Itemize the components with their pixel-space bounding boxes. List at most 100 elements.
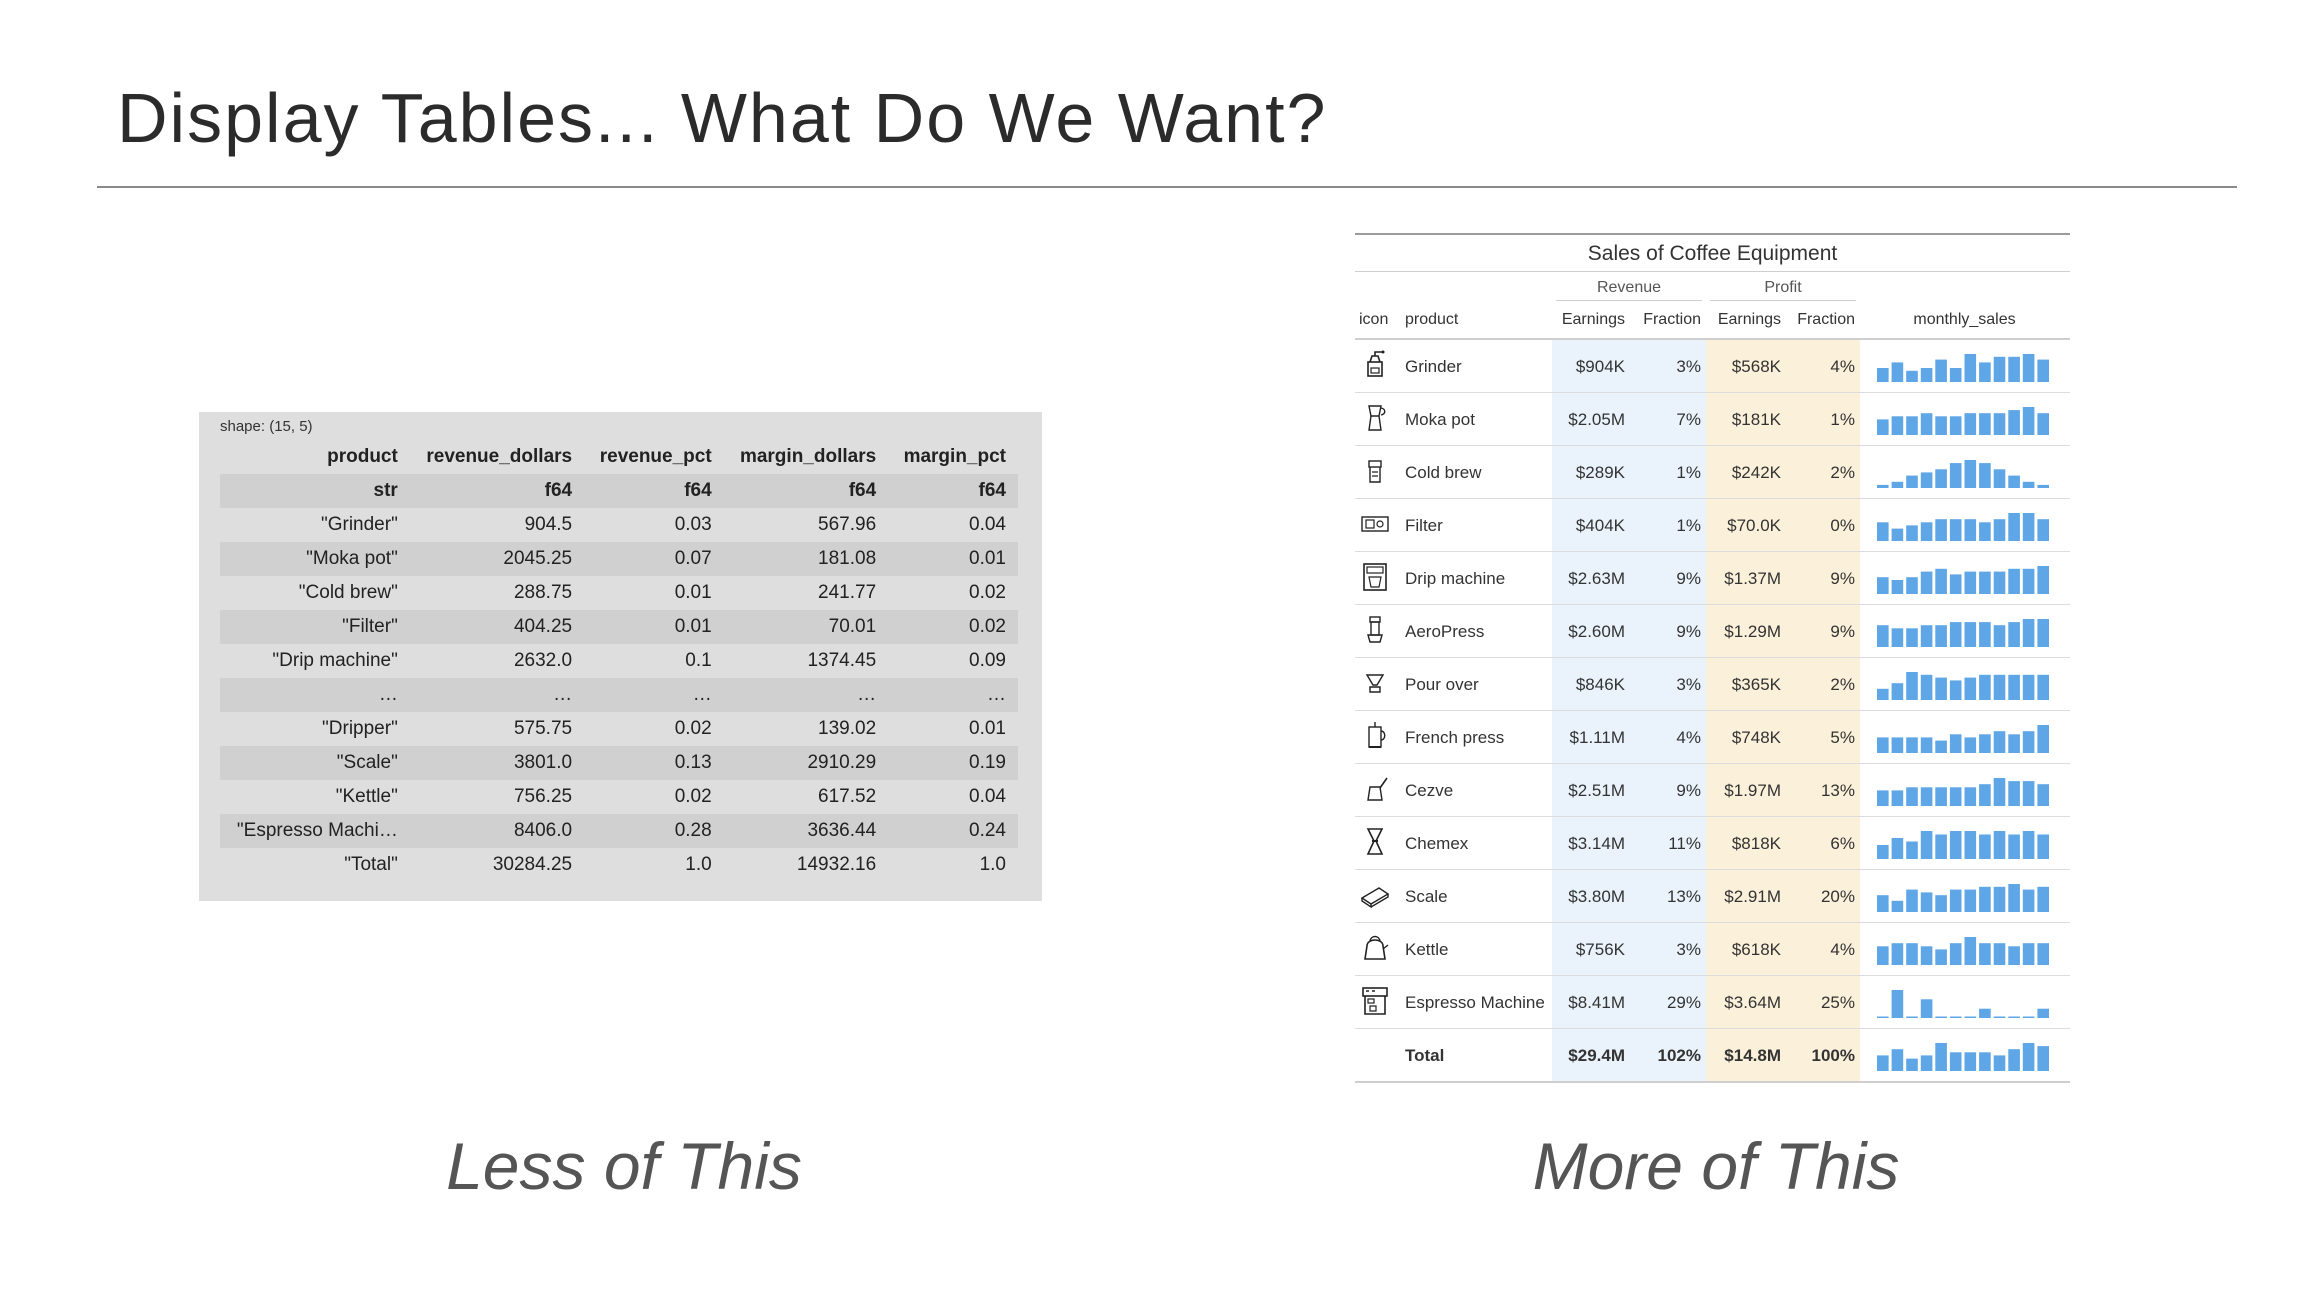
profit-spanner: Profit (1710, 276, 1856, 301)
sparkline-bar (2022, 889, 2035, 912)
dataframe-cell: "Dripper" (322, 718, 398, 739)
profit-fraction: 9% (1830, 622, 1855, 641)
sparkline-bar (1891, 580, 1904, 594)
sparkline-bar (1935, 1043, 1947, 1071)
monthly-sales-cell (1877, 615, 2052, 647)
dataframe-dtype-row: str f64 f64 f64 f64 (220, 474, 1018, 508)
sparkline-bar (1877, 522, 1889, 541)
sparkline-bar (1920, 571, 1933, 594)
dataframe-cell: "Scale" (336, 752, 398, 773)
profit-earnings: $2.91M (1724, 887, 1781, 906)
sparkline-bar (1949, 734, 1962, 753)
monthly-sales-sparkline (1877, 513, 2049, 541)
profit-fraction: 2% (1830, 463, 1855, 482)
sparkline-bar (1949, 368, 1962, 382)
sparkline-bar (1993, 831, 2006, 859)
profit-earnings: $618K (1731, 940, 1781, 959)
sparkline-bar (1920, 674, 1933, 700)
sparkline-bar (1935, 359, 1947, 382)
sparkline-bar (1935, 519, 1947, 541)
dataframe-cell: "Grinder" (320, 514, 398, 535)
dataframe-cell: 0.28 (674, 820, 712, 841)
sparkline-bar (1906, 628, 1918, 647)
monthly-sales-sparkline (1877, 937, 2049, 965)
dataframe-cell: 0.24 (969, 820, 1006, 841)
sparkline-bar (2022, 1043, 2035, 1071)
sparkline-bar (1979, 463, 1991, 488)
sparkline-bar (1920, 787, 1933, 806)
dataframe-cell: 2632.0 (513, 650, 573, 671)
dataframe-cell: 181.08 (818, 548, 877, 569)
monthly-sales-sparkline (1877, 460, 2049, 488)
sparkline-bar (1993, 469, 2006, 488)
sparkline-bar (2022, 674, 2035, 700)
profit-fraction: 2% (1830, 675, 1855, 694)
sparkline-bar (1949, 1016, 1962, 1018)
column-spanners: Revenue Profit (1355, 272, 2070, 304)
profit-earnings: $1.97M (1724, 781, 1781, 800)
sparkline-bar (1964, 571, 1977, 594)
monthly-sales-sparkline (1877, 354, 2049, 382)
sparkline-bar (1993, 519, 2006, 541)
sparkline-bar (1993, 1016, 2006, 1018)
sparkline-bar (1964, 354, 1977, 382)
revenue-spanner: Revenue (1556, 276, 1702, 301)
sparkline-bar (2008, 410, 2020, 435)
sparkline-bar (1906, 787, 1918, 806)
profit-earnings: $242K (1731, 463, 1781, 482)
dataframe-cell: 2045.25 (503, 548, 573, 569)
sparkline-bar (1920, 946, 1933, 965)
dataframe-cell: 14932.16 (796, 854, 877, 875)
sparkline-bar (1964, 1016, 1977, 1018)
sparkline-bar (1891, 683, 1904, 700)
dataframe-row: "Grinder" 904.5 0.03 567.96 0.04 (220, 508, 1018, 542)
sparkline-bar (1949, 831, 1962, 859)
sparkline-bar (2037, 1046, 2049, 1071)
sparkline-bar (2037, 834, 2049, 859)
kettle-icon (1359, 932, 1391, 964)
column-header-row: icon product Earnings Fraction Earnings … (1355, 304, 2070, 340)
moka-pot-icon (1359, 402, 1391, 434)
sparkline-bar (2022, 943, 2035, 965)
dataframe-row: "Espresso Machi… 8406.0 0.28 3636.44 0.24 (220, 814, 1018, 848)
dataframe-cell: 404.25 (513, 616, 573, 637)
col-product-header: product (1405, 311, 1459, 328)
monthly-sales-cell (1877, 933, 2052, 965)
monthly-sales-sparkline (1877, 619, 2049, 647)
sparkline-bar (1920, 413, 1933, 435)
sparkline-bar (2008, 475, 2020, 488)
table-row: Cold brew $289K 1% $242K 2% (1355, 446, 2070, 499)
dataframe-cell: 30284.25 (492, 854, 573, 875)
monthly-sales-cell (1877, 350, 2052, 382)
revenue-fraction: 3% (1676, 675, 1701, 694)
product-name: Grinder (1405, 357, 1462, 376)
sparkline-bar (1877, 946, 1889, 965)
table-total-row: Total $29.4M 102% $14.8M 100% (1355, 1029, 2070, 1083)
table-row: Scale $3.80M 13% $2.91M 20% (1355, 870, 2070, 923)
espresso-machine-icon (1359, 985, 1391, 1017)
profit-fraction: 0% (1830, 516, 1855, 535)
sparkline-bar (1877, 484, 1889, 488)
col-profit-earnings-header: Earnings (1717, 311, 1781, 328)
sparkline-bar (1877, 895, 1889, 912)
dataframe-cell: 0.13 (674, 752, 712, 773)
sparkline-bar (1935, 949, 1947, 965)
dataframe-cell: 70.01 (828, 616, 877, 637)
sparkline-bar (1964, 787, 1977, 806)
sparkline-bar (2008, 513, 2020, 541)
sparkline-bar (1979, 522, 1991, 541)
monthly-sales-sparkline (1877, 1043, 2049, 1071)
col-revenue-earnings-header: Earnings (1561, 311, 1625, 328)
sparkline-bar (1906, 889, 1918, 912)
sparkline-bar (2022, 1016, 2035, 1018)
col-icon-header: icon (1359, 311, 1389, 328)
sparkline-bar (2008, 781, 2020, 806)
sparkline-bar (1979, 674, 1991, 700)
revenue-earnings: $1.11M (1569, 728, 1625, 747)
revenue-earnings: $2.60M (1568, 622, 1625, 641)
sparkline-bar (1935, 625, 1947, 647)
revenue-fraction: 1% (1676, 463, 1701, 482)
sparkline-bar (1964, 737, 1977, 753)
dataframe-cell: 139.02 (818, 718, 877, 739)
dataframe-row: "Kettle" 756.25 0.02 617.52 0.04 (220, 780, 1018, 814)
